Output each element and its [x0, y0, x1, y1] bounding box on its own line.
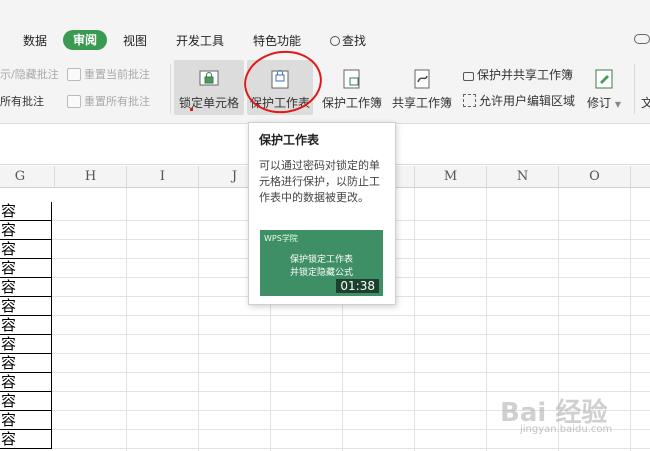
comment-icon — [67, 67, 81, 81]
menu-data[interactable]: 数据 — [23, 32, 47, 49]
video-duration: 01:38 — [336, 279, 379, 293]
column-header-h[interactable]: H — [54, 166, 126, 188]
protect-and-share-label: 保护并共享工作簿 — [477, 68, 574, 82]
protect-workbook-label: 保护工作簿 — [321, 96, 382, 110]
ribbon-toolbar: 示/隐藏批注 重置当前批注 所有批注 重置所有批注 锁定单元格 保护工作表 保护… — [0, 56, 650, 124]
annotation-dot — [190, 108, 193, 111]
menu-find[interactable]: 查找 — [330, 32, 366, 49]
menu-bar: 数据 审阅 视图 开发工具 特色功能 查找 — [0, 0, 650, 56]
watermark-url: jingyan.baidu.com — [520, 424, 613, 435]
column-header-g[interactable]: G — [0, 166, 54, 188]
lock-cell-label: 锁定单元格 — [178, 96, 239, 110]
track-changes-button[interactable]: 修订 ▼ — [585, 60, 623, 115]
reset-all-comments-button[interactable]: 重置所有批注 — [67, 93, 150, 109]
separator — [170, 64, 171, 114]
share-workbook-label: 共享工作簿 — [391, 96, 452, 110]
search-icon — [330, 36, 340, 46]
tutorial-video-thumbnail[interactable]: WPS学院 保护锁定工作表 并锁定隐藏公式 01:38 — [260, 230, 383, 296]
cell-g[interactable]: 容 — [0, 297, 52, 316]
cell-g[interactable]: 容 — [0, 373, 52, 392]
column-header-p[interactable] — [630, 166, 650, 188]
share-workbook-icon — [414, 69, 430, 89]
lock-icon — [463, 71, 474, 81]
menu-view[interactable]: 视图 — [123, 32, 147, 49]
allow-users-edit-button[interactable]: 允许用户编辑区域 — [463, 92, 575, 109]
cell-g[interactable]: 容 — [0, 259, 52, 278]
video-caption-1: 保护锁定工作表 — [289, 255, 353, 265]
column-header-o[interactable]: O — [558, 166, 630, 188]
comment-icon — [67, 94, 81, 108]
column-header-i[interactable]: I — [126, 166, 198, 188]
lock-cell-button[interactable]: 锁定单元格 — [174, 60, 244, 115]
find-label: 查找 — [342, 34, 367, 48]
cell-g[interactable]: 容 — [0, 202, 52, 221]
lock-cell-icon — [199, 70, 219, 86]
track-changes-icon — [595, 69, 613, 89]
protect-and-share-button[interactable]: 保护并共享工作簿 — [463, 66, 573, 83]
reset-all-comments-label: 重置所有批注 — [84, 95, 150, 108]
table-row: 容 — [0, 354, 650, 373]
menu-review[interactable]: 审阅 — [63, 30, 107, 50]
tooltip-title: 保护工作表 — [259, 133, 320, 147]
table-row: 容 — [0, 373, 650, 392]
chevron-down-icon: ▼ — [614, 100, 621, 109]
show-hide-comments-label: 示/隐藏批注 — [0, 68, 59, 81]
doc-button-partial[interactable]: 文 — [641, 94, 650, 111]
protect-sheet-tooltip: 保护工作表 可以通过密码对锁定的单元格进行保护，以防止工作表中的数据被更改。 W… — [248, 122, 396, 305]
track-changes-label: 修订 — [587, 96, 612, 110]
protect-workbook-button[interactable]: 保护工作簿 — [319, 60, 385, 115]
cloud-icon[interactable] — [634, 34, 650, 44]
menu-special[interactable]: 特色功能 — [253, 32, 301, 49]
table-row: 容 — [0, 335, 650, 354]
cell-g[interactable]: 容 — [0, 430, 52, 449]
tooltip-description: 可以通过密码对锁定的单元格进行保护，以防止工作表中的数据被更改。 — [259, 159, 380, 204]
all-comments-label: 所有批注 — [0, 95, 44, 108]
track-changes-label-wrap: 修订 ▼ — [587, 94, 621, 111]
cell-g[interactable]: 容 — [0, 240, 52, 259]
cell-g[interactable]: 容 — [0, 411, 52, 430]
reset-current-comment-label: 重置当前批注 — [84, 68, 150, 81]
edit-range-icon — [463, 94, 476, 107]
show-hide-comments-button[interactable]: 示/隐藏批注 — [0, 66, 59, 82]
cell-g[interactable]: 容 — [0, 278, 52, 297]
share-workbook-button[interactable]: 共享工作簿 — [389, 60, 455, 115]
reset-current-comment-button[interactable]: 重置当前批注 — [67, 66, 150, 82]
table-row: 容 — [0, 316, 650, 335]
cell-g[interactable]: 容 — [0, 316, 52, 335]
protect-workbook-icon — [343, 69, 360, 89]
wps-logo: WPS学院 — [264, 234, 298, 243]
column-header-n[interactable]: N — [486, 166, 558, 188]
menu-developer[interactable]: 开发工具 — [176, 32, 224, 49]
column-header-m[interactable]: M — [414, 166, 486, 188]
separator — [634, 64, 635, 114]
doc-partial-label: 文 — [641, 96, 650, 110]
cell-g[interactable]: 容 — [0, 335, 52, 354]
cell-g[interactable]: 容 — [0, 392, 52, 411]
allow-users-edit-label: 允许用户编辑区域 — [479, 94, 576, 108]
cell-g[interactable]: 容 — [0, 221, 52, 240]
cell-g[interactable]: 容 — [0, 354, 52, 373]
all-comments-button[interactable]: 所有批注 — [0, 93, 44, 109]
video-caption-2: 并锁定隐藏公式 — [289, 268, 353, 278]
